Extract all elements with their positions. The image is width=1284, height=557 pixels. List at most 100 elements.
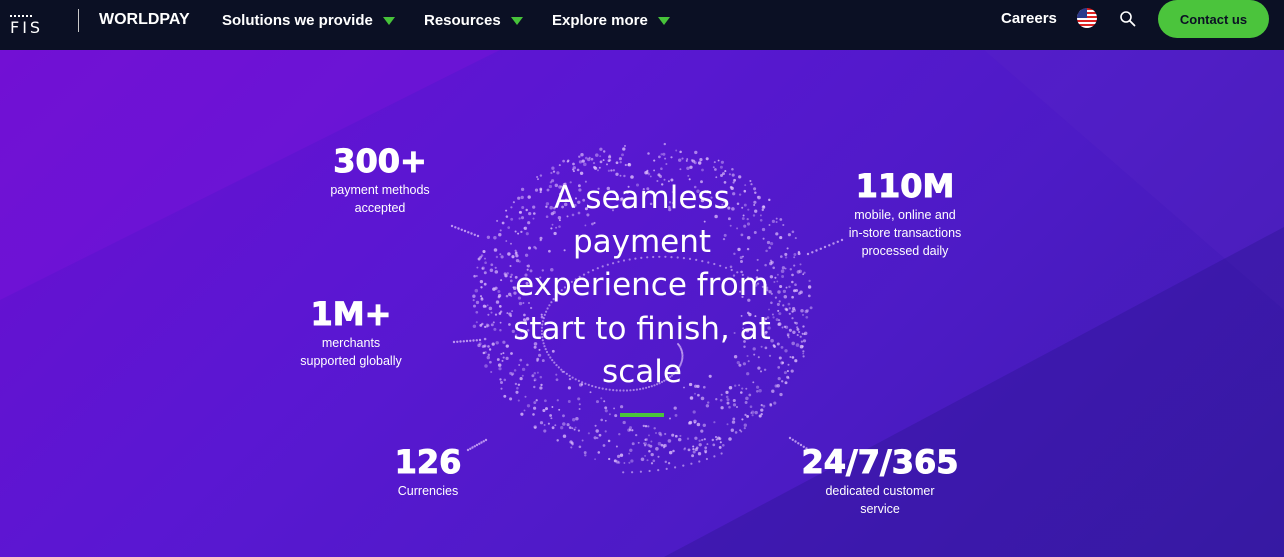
globe-dot xyxy=(483,257,487,260)
globe-dot xyxy=(480,254,484,257)
connector-dot xyxy=(836,240,839,243)
globe-dot xyxy=(801,332,804,335)
globe-dot xyxy=(697,452,702,456)
globe-dot xyxy=(678,158,682,162)
globe-dot xyxy=(696,422,701,427)
globe-dot xyxy=(787,377,790,380)
connector-dot xyxy=(463,229,467,233)
globe-dot xyxy=(627,162,631,166)
globe-dot xyxy=(796,270,801,274)
globe-dot xyxy=(616,454,621,459)
globe-dot xyxy=(506,312,509,315)
globe-dot xyxy=(719,441,722,444)
globe-dot xyxy=(650,440,653,443)
globe-dot xyxy=(644,171,648,175)
globe-dot xyxy=(495,255,499,259)
globe-dot xyxy=(794,359,798,363)
globe-dot xyxy=(578,408,581,410)
globe-dot xyxy=(556,171,560,175)
globe-dot xyxy=(731,420,736,424)
globe-dot xyxy=(631,429,634,432)
globe-dot xyxy=(499,378,502,381)
nav-resources[interactable]: Resources xyxy=(424,12,523,29)
stat-label-line: Currencies xyxy=(397,484,459,498)
globe-dot xyxy=(743,427,746,430)
globe-dot xyxy=(647,425,650,428)
globe-dot xyxy=(498,305,502,308)
stat-label-line: mobile, online and xyxy=(854,208,956,222)
contact-us-button[interactable]: Contact us xyxy=(1158,0,1269,38)
globe-dot xyxy=(719,165,723,169)
globe-dot xyxy=(718,445,722,449)
stat-label: merchants supported globally xyxy=(290,334,412,370)
globe-dot xyxy=(543,429,547,433)
globe-dot xyxy=(618,157,622,161)
globe-dot xyxy=(728,405,731,409)
brand[interactable]: FIS WORLDPAY xyxy=(10,0,190,50)
globe-dot xyxy=(494,313,498,316)
stat-label-line: processed daily xyxy=(861,244,949,258)
connector-dot xyxy=(472,339,475,342)
globe-dot xyxy=(505,344,509,348)
globe-dot xyxy=(551,426,555,430)
globe-dot xyxy=(670,156,673,159)
globe-dot xyxy=(598,166,601,169)
careers-link[interactable]: Careers xyxy=(1001,10,1057,27)
stat-label-line: payment methods xyxy=(330,183,430,197)
globe-dot xyxy=(556,399,559,402)
globe-dot xyxy=(489,360,492,364)
globe-dot xyxy=(578,445,582,449)
globe-dot xyxy=(711,438,715,442)
globe-dot xyxy=(499,321,502,324)
globe-dot xyxy=(594,424,597,427)
globe-dot xyxy=(792,330,796,334)
globe-dot xyxy=(743,423,747,427)
globe-dot xyxy=(749,405,753,408)
nav-solutions[interactable]: Solutions we provide xyxy=(222,12,395,29)
globe-dot xyxy=(639,470,643,473)
globe-dot xyxy=(573,428,576,431)
globe-dot xyxy=(604,409,608,413)
globe-dot xyxy=(478,342,482,346)
globe-dot xyxy=(643,442,647,446)
connector-dot xyxy=(462,340,465,343)
globe-dot xyxy=(712,166,715,169)
globe-dot xyxy=(773,401,777,405)
globe-dot xyxy=(686,166,690,170)
globe-dot xyxy=(658,155,661,159)
globe-dot xyxy=(485,325,489,328)
globe-dot xyxy=(490,311,493,314)
globe-dot xyxy=(583,451,587,455)
globe-dot xyxy=(714,435,718,439)
globe-dot xyxy=(500,352,503,355)
globe-dot xyxy=(667,439,672,443)
connector-dot xyxy=(467,231,470,234)
globe-dot xyxy=(493,327,497,331)
nav-explore[interactable]: Explore more xyxy=(552,12,670,29)
globe-dot xyxy=(615,161,619,165)
globe-dot xyxy=(490,370,493,374)
globe-dot xyxy=(473,274,476,278)
globe-dot xyxy=(569,440,573,444)
globe-dot xyxy=(781,361,785,364)
globe-dot xyxy=(719,398,723,402)
globe-dot xyxy=(706,443,709,446)
connector-dot xyxy=(469,339,472,342)
globe-dot xyxy=(567,400,571,403)
globe-dot xyxy=(618,433,621,436)
globe-dot xyxy=(772,266,775,270)
globe-dot xyxy=(580,152,584,157)
us-flag-icon[interactable] xyxy=(1077,8,1097,28)
connector-dot xyxy=(484,438,488,442)
search-icon[interactable] xyxy=(1119,10,1137,28)
globe-dot xyxy=(488,306,493,311)
globe-dot xyxy=(777,309,780,312)
globe-dot xyxy=(637,441,640,444)
globe-dot xyxy=(775,232,779,236)
globe-dot xyxy=(681,157,684,160)
globe-dot xyxy=(483,271,487,275)
globe-dot xyxy=(658,431,662,436)
globe-dot xyxy=(628,461,631,464)
globe-dot xyxy=(792,289,797,293)
globe-dot xyxy=(533,406,537,410)
